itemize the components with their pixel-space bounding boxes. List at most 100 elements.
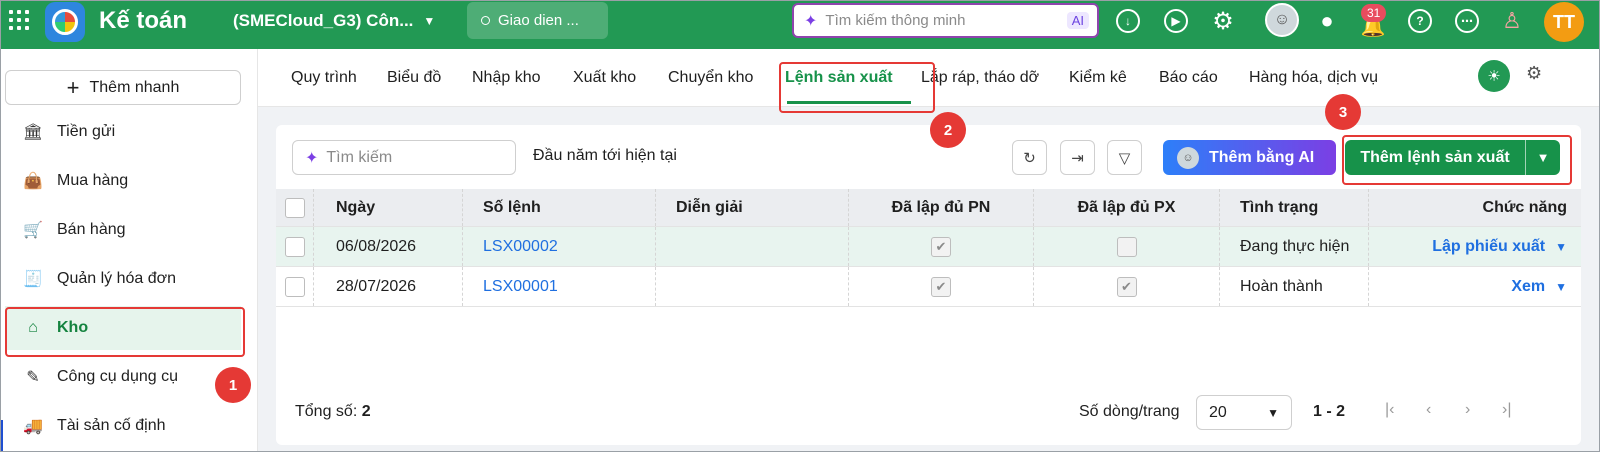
period-filter[interactable]: Đầu năm tới hiện tại — [533, 147, 677, 165]
tab-chart[interactable]: Biểu đồ — [387, 69, 441, 87]
user-add-icon[interactable]: ♙ — [1500, 8, 1524, 33]
tab-stock-out[interactable]: Xuất kho — [573, 69, 636, 87]
company-selector[interactable]: (SMECloud_G3) Côn... ▼ — [233, 10, 435, 32]
sidebar-item-label: Mua hàng — [57, 172, 129, 189]
order-number-link[interactable]: LSX00002 — [483, 238, 558, 256]
table-row[interactable]: 28/07/2026 LSX00001 ✔ ✔ Hoàn thành Xem ▼ — [276, 267, 1581, 307]
help-icon[interactable]: ? — [1408, 9, 1432, 33]
row-checkbox[interactable] — [284, 276, 305, 297]
pn-complete-checkbox-checked: ✔ — [931, 276, 951, 297]
filter-button[interactable]: ▽ — [1107, 140, 1142, 175]
chevron-down-icon[interactable]: ▼ — [1555, 280, 1567, 294]
tab-report[interactable]: Báo cáo — [1159, 69, 1218, 87]
sidebar-item-label: Tiền gửi — [57, 123, 116, 140]
header-description[interactable]: Diễn giải — [656, 189, 849, 226]
header-date[interactable]: Ngày — [314, 189, 463, 226]
row-date: 06/08/2026 — [314, 227, 463, 266]
quick-add-button[interactable]: + Thêm nhanh — [5, 70, 241, 105]
content-panel: ✦ Tìm kiếm Đầu năm tới hiện tại ↻ ⇥ ▽ ☺ … — [276, 125, 1581, 445]
quick-add-label: Thêm nhanh — [89, 78, 180, 96]
header-px-complete[interactable]: Đã lập đủ PX — [1034, 189, 1220, 226]
top-bar: Kế toán (SMECloud_G3) Côn... ▼ Giao dien… — [0, 0, 1600, 49]
tab-production-order[interactable]: Lệnh sản xuất — [785, 69, 893, 87]
sidebar-item-invoice[interactable]: 🧾 Quản lý hóa đơn — [5, 257, 241, 301]
lightbulb-icon[interactable]: ☀ — [1478, 60, 1510, 92]
sliders-icon[interactable]: ⚙ — [1526, 63, 1542, 84]
sidebar-item-tools[interactable]: ✎ Công cụ dụng cụ — [5, 355, 241, 399]
next-page-icon[interactable]: › — [1465, 401, 1470, 419]
tab-stock-in[interactable]: Nhập kho — [472, 69, 541, 87]
tab-process[interactable]: Quy trình — [291, 69, 357, 87]
tab-goods-services[interactable]: Hàng hóa, dịch vụ — [1249, 69, 1378, 87]
refresh-button[interactable]: ↻ — [1012, 140, 1047, 175]
header-select-cell — [276, 189, 314, 226]
prev-page-icon[interactable]: ‹ — [1426, 401, 1431, 419]
circle-icon — [481, 16, 490, 25]
bank-icon: 🏛 — [22, 124, 44, 141]
rows-per-page-select[interactable]: 20 ▼ — [1196, 395, 1292, 430]
chevron-down-icon: ▼ — [423, 14, 436, 28]
smart-search-input[interactable]: ✦ Tìm kiếm thông minh AI — [792, 3, 1099, 38]
first-page-icon[interactable]: |‹ — [1385, 401, 1394, 419]
search-input[interactable]: ✦ Tìm kiếm — [292, 140, 516, 175]
header-status[interactable]: Tình trạng — [1220, 189, 1369, 226]
tab-bar: Quy trình Biểu đồ Nhập kho Xuất kho Chuy… — [258, 49, 1600, 107]
export-button[interactable]: ⇥ — [1060, 140, 1095, 175]
row-status: Đang thực hiện — [1220, 227, 1369, 266]
app-launcher-icon[interactable] — [8, 9, 30, 31]
tab-inventory-check[interactable]: Kiểm kê — [1069, 69, 1127, 87]
play-icon[interactable]: ▶ — [1164, 9, 1188, 33]
tools-icon: ✎ — [26, 369, 40, 386]
step-marker-1: 1 — [215, 367, 251, 403]
sidebar-item-warehouse[interactable]: ⌂ Kho — [5, 306, 241, 350]
add-with-ai-button[interactable]: ☺ Thêm bằng AI — [1163, 140, 1336, 175]
px-complete-checkbox-checked: ✔ — [1116, 276, 1137, 297]
chevron-down-icon[interactable]: ▼ — [1526, 150, 1560, 165]
download-icon[interactable]: ↓ — [1116, 9, 1140, 33]
select-all-checkbox[interactable] — [284, 197, 305, 218]
row-date: 28/07/2026 — [314, 267, 463, 306]
row-description — [656, 227, 849, 266]
order-number-link[interactable]: LSX00001 — [483, 278, 558, 296]
sidebar-item-sales[interactable]: 🛒 Bán hàng — [5, 208, 241, 252]
total-label: Tổng số: — [295, 403, 358, 420]
sidebar-item-purchase[interactable]: 👜 Mua hàng — [5, 159, 241, 203]
row-status: Hoàn thành — [1220, 267, 1369, 306]
sidebar-accent — [0, 420, 3, 452]
add-with-ai-label: Thêm bằng AI — [1209, 148, 1315, 166]
company-name: (SMECloud_G3) Côn... — [233, 11, 414, 30]
step-marker-2: 2 — [930, 112, 966, 148]
active-tab-underline — [787, 101, 911, 104]
add-production-order-button[interactable]: Thêm lệnh sản xuất ▼ — [1345, 140, 1560, 175]
pn-complete-checkbox-checked: ✔ — [931, 236, 951, 257]
tab-assembly[interactable]: Lắp ráp, tháo dỡ — [921, 69, 1039, 87]
chevron-down-icon[interactable]: ▼ — [1555, 240, 1567, 254]
table-row[interactable]: 06/08/2026 LSX00002 ✔ Đang thực hiện Lập… — [276, 227, 1581, 267]
chat-icon[interactable]: ● — [1315, 8, 1339, 33]
search-placeholder: Tìm kiếm — [326, 148, 393, 166]
last-page-icon[interactable]: ›| — [1502, 401, 1511, 419]
sidebar-item-label: Tài sản cố định — [57, 417, 166, 434]
ai-tag: AI — [1066, 12, 1089, 29]
total-value: 2 — [361, 403, 371, 420]
sidebar-item-fixed-assets[interactable]: 🚚 Tài sản cố định — [5, 404, 241, 448]
sidebar-item-deposit[interactable]: 🏛 Tiền gửi — [5, 110, 241, 154]
row-checkbox[interactable] — [284, 236, 305, 257]
gear-icon[interactable]: ⚙ — [1211, 8, 1235, 35]
row-action-view[interactable]: Xem ▼ — [1511, 278, 1567, 296]
row-action-create-issue[interactable]: Lập phiếu xuất ▼ — [1432, 238, 1567, 256]
header-number[interactable]: Số lệnh — [463, 189, 656, 226]
sidebar-item-label: Bán hàng — [57, 221, 126, 238]
row-description — [656, 267, 849, 306]
chevron-down-icon: ▼ — [1267, 405, 1279, 420]
ui-mode-button[interactable]: Giao dien ... — [467, 2, 608, 39]
filter-icon: ▽ — [1118, 149, 1131, 167]
tab-transfer[interactable]: Chuyển kho — [668, 69, 753, 87]
user-avatar[interactable]: TT — [1544, 2, 1584, 42]
more-icon[interactable]: ⋯ — [1455, 9, 1479, 33]
assistant-avatar[interactable]: ☺ — [1265, 3, 1299, 37]
app-logo-icon[interactable] — [45, 2, 85, 42]
action-label: Xem — [1511, 277, 1546, 295]
table-footer: Tổng số: 2 Số dòng/trang 20 ▼ 1 - 2 |‹ ‹… — [276, 395, 1581, 431]
header-pn-complete[interactable]: Đã lập đủ PN — [849, 189, 1034, 226]
